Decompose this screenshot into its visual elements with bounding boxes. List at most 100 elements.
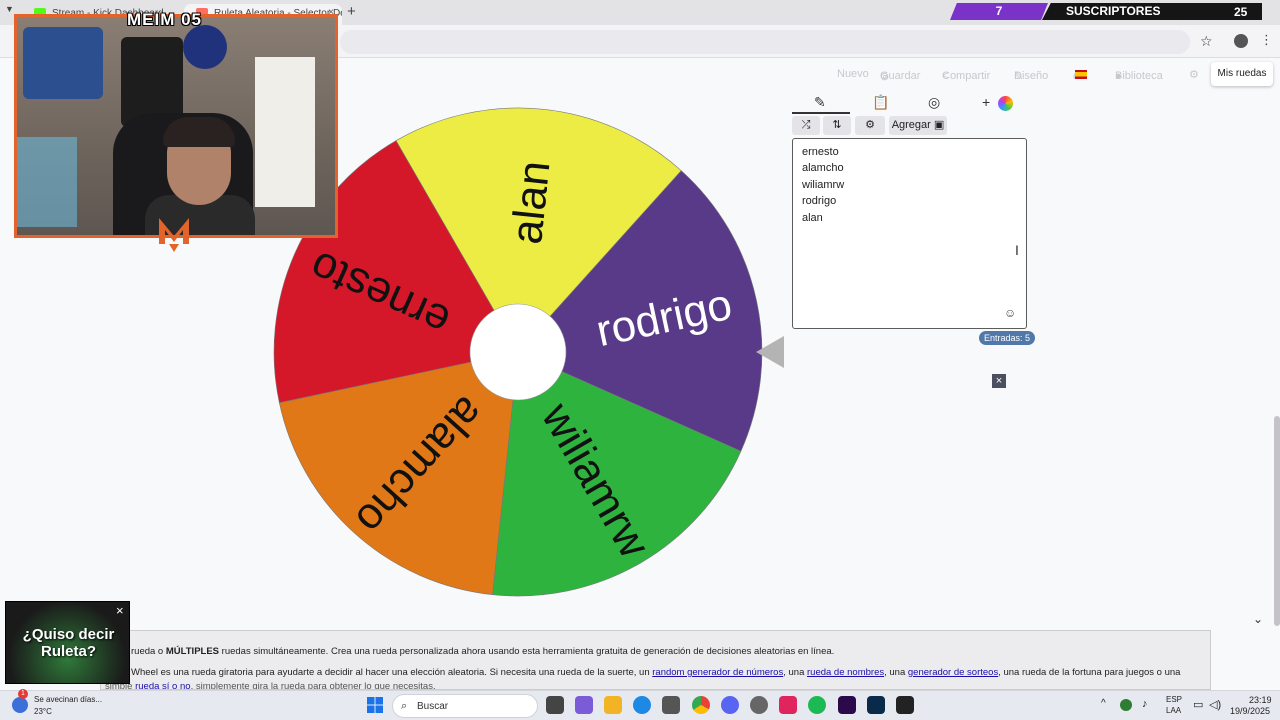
close-ad-icon[interactable]: ×: [992, 374, 1006, 388]
volume-icon[interactable]: ◁): [1209, 698, 1221, 711]
network-icon[interactable]: ▭: [1193, 698, 1203, 711]
number-generator-link[interactable]: random generador de números: [652, 667, 783, 678]
share-label: Compartir: [942, 70, 991, 82]
add-image-button[interactable]: Agregar ▣: [889, 116, 947, 135]
channel-logo-icon: [159, 218, 189, 252]
spain-flag-icon: [1075, 70, 1087, 79]
tray-app-icon[interactable]: [1120, 699, 1132, 711]
subscriber-goal-banner: 7 SUSCRIPTORES: [950, 3, 1262, 20]
text-cursor-icon: I: [1015, 242, 1019, 258]
shuffle-icon[interactable]: ⤮: [792, 116, 820, 135]
copilot-icon[interactable]: [575, 696, 593, 714]
redbull-emblem: [183, 25, 227, 69]
description-panel: rueda o MÚLTIPLES ruedas simultáneamente…: [100, 630, 1211, 690]
profile-avatar[interactable]: [1234, 34, 1248, 48]
entry-line: ernesto: [802, 146, 839, 158]
file-explorer-icon[interactable]: [604, 696, 622, 714]
channel-name: MEIM 05: [127, 10, 203, 29]
browser-menu-icon[interactable]: ⋮: [1260, 32, 1273, 48]
search-label: Buscar: [417, 701, 449, 712]
add-image-label: Agregar: [891, 119, 931, 131]
entry-line: alan: [802, 212, 823, 224]
edit-entries-pencil-icon[interactable]: ✎: [814, 94, 826, 111]
desc-text: Wheel es una rueda giratoria para ayudar…: [131, 667, 653, 678]
url-field[interactable]: [340, 30, 1190, 54]
my-wheels-button[interactable]: Mis ruedas: [1211, 62, 1273, 86]
capcut-icon[interactable]: [896, 696, 914, 714]
subscriber-label: SUSCRIPTORES: [1042, 3, 1262, 20]
task-view-icon[interactable]: [546, 696, 564, 714]
wheel-center-hub[interactable]: [469, 303, 567, 401]
subscriber-goal: 25: [1234, 5, 1248, 19]
notification-badge: 1: [18, 689, 28, 699]
description-line: simple rueda sí o no, simplemente gira l…: [105, 681, 436, 690]
weather-text: Se avecinan días...: [34, 695, 103, 704]
raffle-generator-link[interactable]: generador de sorteos: [908, 667, 998, 678]
weather-cloud-icon: [12, 697, 28, 713]
desc-text: , una: [884, 667, 908, 678]
photoshop-icon[interactable]: [867, 696, 885, 714]
subscriber-count: 7: [950, 3, 1048, 20]
microphone-icon[interactable]: ♪: [1142, 698, 1148, 710]
new-tab-button[interactable]: +: [347, 3, 356, 20]
desc-text: rueda o: [131, 646, 166, 657]
chevron-down-icon[interactable]: ⌄: [1253, 612, 1263, 626]
obs-icon[interactable]: [750, 696, 768, 714]
store-icon[interactable]: [662, 696, 680, 714]
chrome-icon[interactable]: [692, 696, 710, 714]
webcam-light: [17, 137, 77, 227]
input-language[interactable]: ESP: [1166, 695, 1182, 704]
promo-close-icon[interactable]: ×: [116, 603, 124, 618]
discord-icon[interactable]: [721, 696, 739, 714]
description-line: Wheel es una rueda giratoria para ayudar…: [131, 667, 1180, 678]
settings-gear-icon[interactable]: ⚙: [1189, 68, 1199, 81]
entry-line: rodrigo: [802, 195, 837, 207]
description-line: rueda o MÚLTIPLES ruedas simultáneamente…: [131, 646, 834, 657]
desc-text: , una rueda de la fortuna para juegos o …: [998, 667, 1181, 678]
design-label: Diseño: [1014, 70, 1049, 82]
advanced-gear-icon[interactable]: ⚙: [855, 116, 885, 135]
clock-date[interactable]: 19/9/2025: [1230, 706, 1270, 716]
input-layout[interactable]: LAA: [1166, 706, 1181, 715]
spin-wheel[interactable]: alanrodrigowiliamrwalamchoernesto: [272, 106, 764, 598]
yes-no-wheel-link[interactable]: rueda sí o no: [135, 681, 190, 689]
clock-time[interactable]: 23:19: [1249, 695, 1272, 705]
entry-line: alamcho: [802, 162, 844, 174]
tab-search-icon[interactable]: ▼: [5, 4, 14, 14]
desc-bold: MÚLTIPLES: [165, 646, 220, 657]
add-wheel-plus-icon[interactable]: +: [982, 94, 990, 110]
weather-temp: 23°C: [34, 707, 52, 716]
wheel-segment-label: alan: [502, 159, 559, 247]
new-button[interactable]: Nuevo: [837, 68, 869, 80]
tray-chevron-up-icon[interactable]: ^: [1101, 698, 1106, 709]
desc-text: , una: [783, 667, 807, 678]
edge-icon[interactable]: [633, 696, 651, 714]
scrollbar-thumb[interactable]: [1274, 416, 1280, 626]
premiere-icon[interactable]: [838, 696, 856, 714]
editor-tabs: ✎ 📋 ◎ +: [792, 92, 1026, 114]
desc-text: ruedas simultáneamente. Crea una rueda p…: [219, 646, 835, 657]
results-clipboard-icon[interactable]: 📋: [872, 94, 889, 111]
search-icon: ⌕: [401, 700, 408, 712]
hide-eye-icon[interactable]: ◎: [928, 94, 940, 111]
streamer-webcam: [14, 14, 338, 238]
taskbar-search-box[interactable]: ⌕ Buscar: [392, 694, 538, 718]
spotify-icon[interactable]: [808, 696, 826, 714]
streamer-hair: [163, 117, 235, 147]
bookmark-star-icon[interactable]: ☆: [1200, 33, 1213, 50]
desc-text: , simplemente gira la rueda para obtener…: [190, 681, 436, 690]
emoji-icon[interactable]: ☺: [1004, 306, 1016, 320]
entry-line: wiliamrw: [802, 179, 845, 191]
entries-textarea[interactable]: ernesto alamcho wiliamrw rodrigo alan ☺: [792, 138, 1027, 329]
sort-icon[interactable]: ⇅: [823, 116, 851, 135]
windows-start-icon[interactable]: [367, 697, 383, 713]
name-wheel-link[interactable]: rueda de nombres: [807, 667, 884, 678]
wheel-pointer-arrow: [756, 336, 784, 368]
color-wheel-icon[interactable]: [998, 96, 1013, 111]
library-label: Biblioteca: [1115, 70, 1163, 82]
blue-jersey: [23, 27, 103, 99]
image-icon: ▣: [933, 119, 945, 131]
save-label: Guardar: [880, 70, 921, 82]
tiktok-icon[interactable]: [779, 696, 797, 714]
white-shelf: [255, 57, 315, 207]
